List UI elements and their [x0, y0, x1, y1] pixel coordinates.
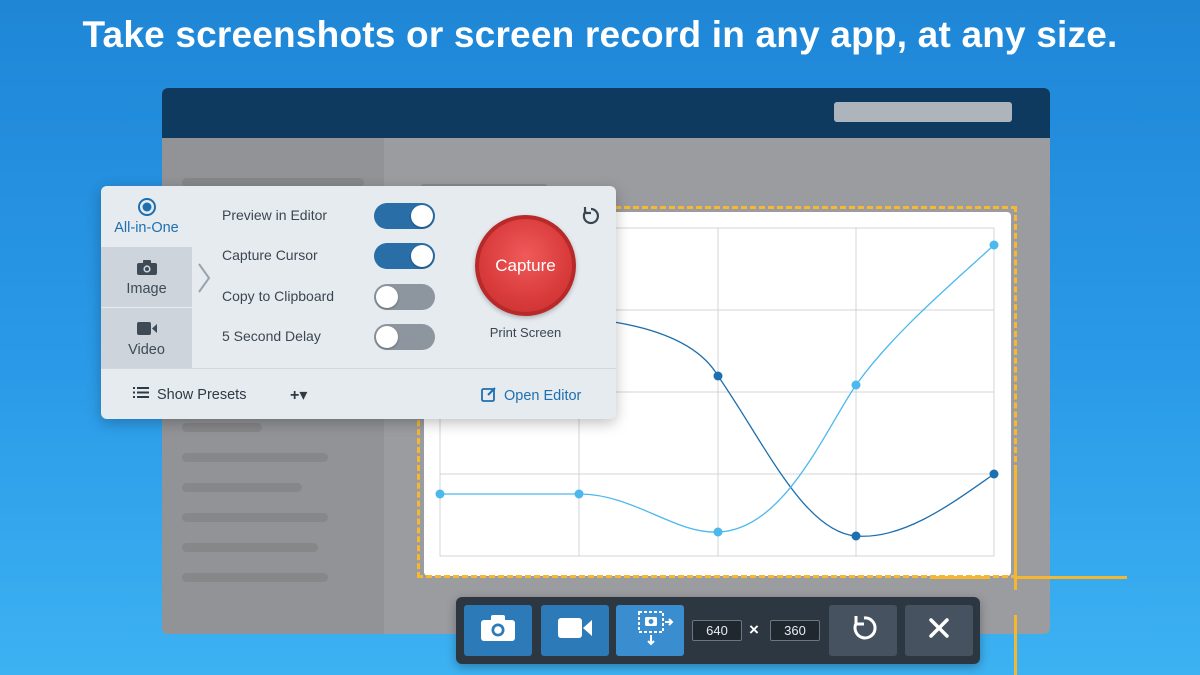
tab-label: Image [126, 280, 167, 297]
tab-all-in-one[interactable]: All-in-One [101, 186, 192, 247]
capture-hotkey-label: Print Screen [489, 325, 562, 340]
toggle-capture-cursor[interactable] [374, 243, 435, 269]
panel-divider [101, 368, 616, 369]
radio-dot-icon [137, 197, 156, 217]
width-input[interactable]: 640 [692, 620, 742, 641]
close-button[interactable] [905, 605, 973, 656]
edit-icon [481, 386, 497, 406]
option-5-second-delay: 5 Second Delay [222, 328, 321, 344]
tab-label: Video [128, 341, 165, 358]
restart-button[interactable] [829, 605, 897, 656]
sidebar-placeholder-line [182, 423, 262, 432]
headline: Take screenshots or screen record in any… [82, 14, 1118, 55]
height-input[interactable]: 360 [770, 620, 820, 641]
capture-toolbar: 640 × 360 [456, 597, 980, 664]
app-search-bar [834, 102, 1012, 122]
toggle-knob [376, 286, 398, 308]
list-icon [133, 386, 149, 403]
sidebar-placeholder-line [182, 543, 318, 552]
capture-panel: All-in-One Image Video Preview in Editor… [101, 186, 616, 419]
show-presets-button[interactable]: Show Presets [133, 386, 246, 403]
option-capture-cursor: Capture Cursor [222, 247, 318, 263]
tab-image[interactable]: Image [101, 247, 192, 307]
panoramic-capture-button[interactable] [616, 605, 684, 656]
open-editor-button[interactable]: Open Editor [481, 386, 581, 406]
camera-icon [480, 614, 516, 647]
close-icon [928, 617, 950, 644]
crosshair-guide [1014, 470, 1017, 590]
toggle-knob [411, 245, 433, 267]
sidebar-placeholder-line [182, 573, 328, 582]
sidebar-placeholder-line [182, 513, 328, 522]
restart-icon [849, 614, 877, 647]
tab-video[interactable]: Video [101, 308, 192, 368]
screenshot-button[interactable] [464, 605, 532, 656]
toggle-5-second-delay[interactable] [374, 324, 435, 350]
crosshair-guide [1017, 576, 1127, 579]
scrolling-capture-icon [625, 606, 675, 655]
dimension-separator: × [749, 620, 759, 639]
show-presets-label: Show Presets [157, 386, 247, 403]
sidebar-placeholder-line [182, 453, 328, 462]
camera-icon [136, 258, 158, 278]
reset-icon[interactable] [581, 206, 601, 231]
option-copy-to-clipboard: Copy to Clipboard [222, 288, 335, 304]
tab-label: All-in-One [114, 220, 179, 236]
open-editor-label: Open Editor [504, 388, 582, 404]
video-record-button[interactable] [541, 605, 609, 656]
sidebar-placeholder-line [182, 483, 302, 492]
chevron-right-icon [197, 262, 211, 299]
video-camera-icon [136, 319, 158, 339]
crosshair-guide [930, 576, 990, 579]
toggle-knob [376, 326, 398, 348]
toggle-copy-to-clipboard[interactable] [374, 284, 435, 310]
capture-button[interactable]: Capture [475, 215, 576, 316]
toggle-knob [411, 205, 433, 227]
video-camera-icon [557, 616, 593, 645]
toggle-preview-in-editor[interactable] [374, 203, 435, 229]
option-preview-in-editor: Preview in Editor [222, 207, 328, 223]
crosshair-guide [1014, 615, 1017, 675]
add-preset-button[interactable]: +▾ [290, 385, 307, 405]
